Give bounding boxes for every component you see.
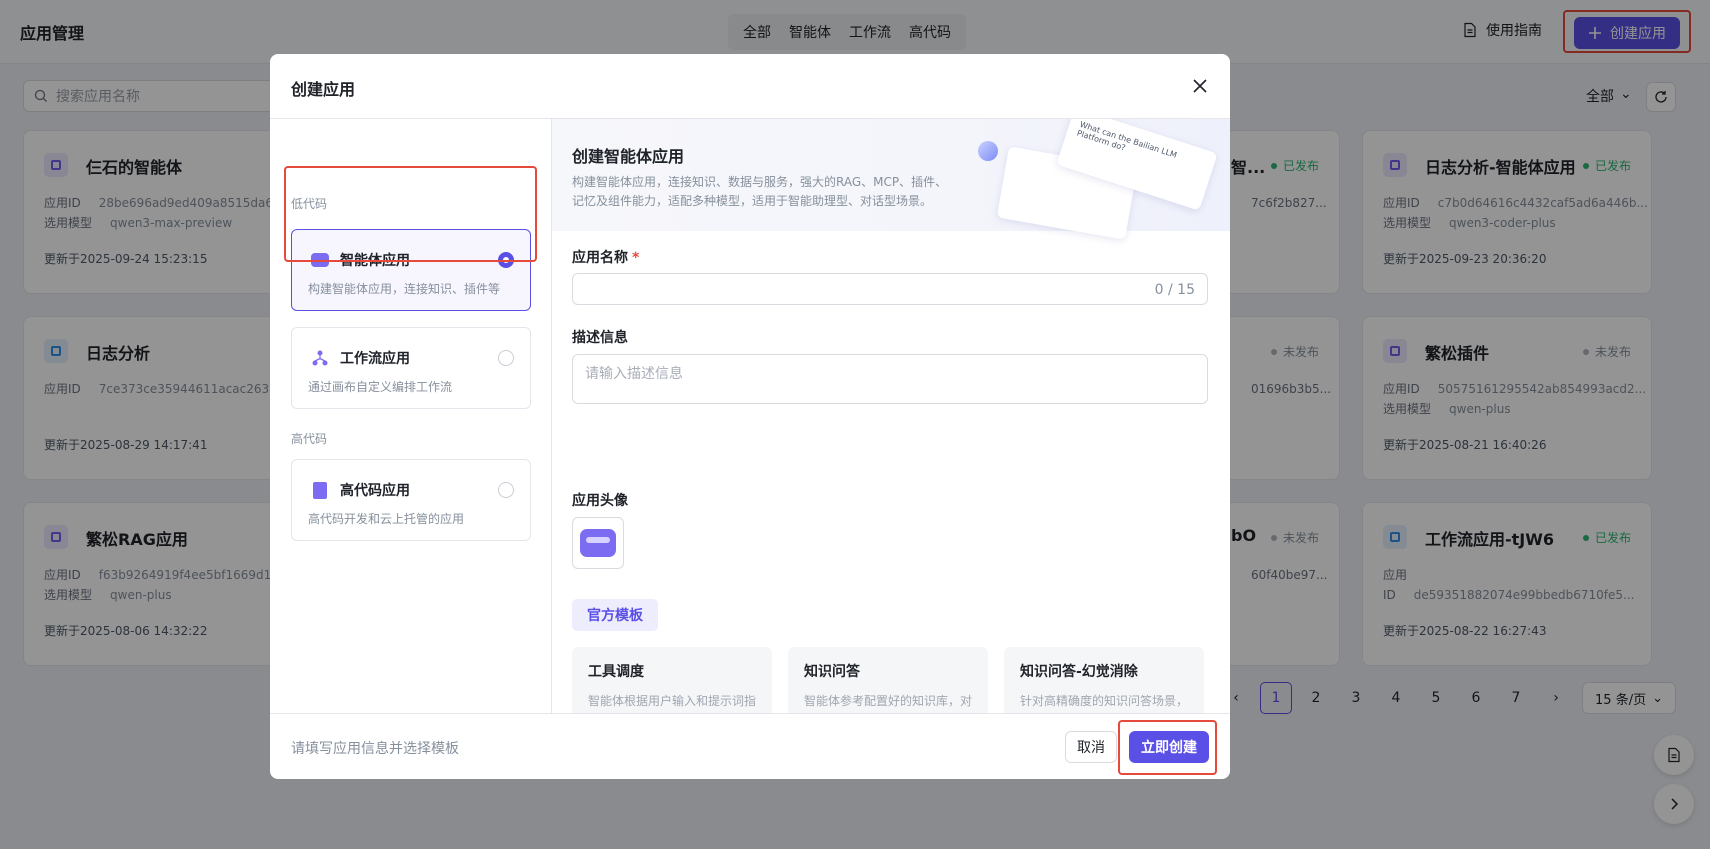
name-field-label: 应用名称 xyxy=(572,250,628,266)
banner-desc: 构建智能体应用，连接知识、数据与服务，强大的RAG、MCP、插件、记忆及组件能力… xyxy=(572,175,948,208)
template-title: 工具调度 xyxy=(588,664,644,680)
option-title: 高代码应用 xyxy=(340,483,410,499)
template-card[interactable]: 工具调度 智能体根据用户输入和提示词指令，动态调度MCP/插件/工作流/智能体组… xyxy=(572,647,772,713)
app-type-panel: 低代码 智能体应用 构建智能体应用，连接知识、插件等 工作流应用 通过画布自定义… xyxy=(270,119,552,713)
banner-title: 创建智能体应用 xyxy=(572,147,685,166)
description-placeholder: 请输入描述信息 xyxy=(585,366,683,382)
description-textarea[interactable]: 请输入描述信息 xyxy=(572,354,1208,404)
option-title: 智能体应用 xyxy=(340,253,410,269)
app-name-input[interactable]: 0 / 15 xyxy=(572,273,1208,305)
option-radio[interactable] xyxy=(498,350,514,366)
option-desc: 通过画布自定义编排工作流 xyxy=(308,380,453,394)
app-avatar-picker[interactable] xyxy=(572,517,624,569)
intro-banner: 创建智能体应用 构建智能体应用，连接知识、数据与服务，强大的RAG、MCP、插件… xyxy=(552,119,1230,240)
app-form: 创建智能体应用 构建智能体应用，连接知识、数据与服务，强大的RAG、MCP、插件… xyxy=(552,119,1230,713)
code-file-icon xyxy=(310,480,330,500)
agent-avatar-icon xyxy=(580,529,616,557)
dialog-footer: 请填写应用信息并选择模板 取消 立即创建 xyxy=(270,713,1230,779)
create-now-button[interactable]: 立即创建 xyxy=(1129,731,1209,763)
option-agent-app[interactable]: 智能体应用 构建智能体应用，连接知识、插件等 xyxy=(291,229,531,311)
workflow-icon xyxy=(310,348,330,368)
footer-hint: 请填写应用信息并选择模板 xyxy=(291,741,459,757)
option-desc: 高代码开发和云上托管的应用 xyxy=(308,512,465,526)
option-radio[interactable] xyxy=(498,482,514,498)
avatar-field-label: 应用头像 xyxy=(572,493,628,509)
template-title: 知识问答 xyxy=(804,664,860,680)
template-desc: 针对高精确度的知识问答场景，在知识问答的基础上，引入大模型对召回片段做二次过滤，… xyxy=(1020,694,1188,708)
banner-illustration: What can the Bailian LLM Platform do? xyxy=(972,119,1230,240)
create-app-dialog: 创建应用 低代码 智能体应用 构建智能体应用，连接知识、插件等 工作流应用 通过… xyxy=(270,54,1230,779)
option-title: 工作流应用 xyxy=(340,351,410,367)
close-button[interactable] xyxy=(1188,74,1212,98)
template-desc: 智能体根据用户输入和提示词指令，动态调度MCP/插件/工作流/智能体组件，操作工… xyxy=(588,694,756,708)
template-card[interactable]: 知识问答-幻觉消除 针对高精确度的知识问答场景，在知识问答的基础上，引入大模型对… xyxy=(1004,647,1204,713)
template-card[interactable]: 知识问答 智能体参考配置好的知识库，对用户提出的知识性问题进行准确回复，知识问答… xyxy=(788,647,988,713)
required-mark: * xyxy=(632,250,640,266)
close-icon xyxy=(1193,79,1207,93)
option-radio[interactable] xyxy=(498,252,514,268)
dialog-title: 创建应用 xyxy=(291,80,356,99)
cancel-button[interactable]: 取消 xyxy=(1065,731,1117,763)
option-high-code-app[interactable]: 高代码应用 高代码开发和云上托管的应用 xyxy=(291,459,531,541)
group-label-low-code: 低代码 xyxy=(291,197,328,211)
desc-field-label: 描述信息 xyxy=(572,330,628,346)
template-desc: 智能体参考配置好的知识库，对用户提出的知识性问题进行准确回复，知识问答智能体应用… xyxy=(804,694,972,708)
option-workflow-app[interactable]: 工作流应用 通过画布自定义编排工作流 xyxy=(291,327,531,409)
option-desc: 构建智能体应用，连接知识、插件等 xyxy=(308,282,501,296)
group-label-high-code: 高代码 xyxy=(291,432,328,446)
template-title: 知识问答-幻觉消除 xyxy=(1020,664,1138,680)
agent-app-icon xyxy=(310,250,330,270)
name-char-counter: 0 / 15 xyxy=(1154,282,1195,298)
official-templates-tab[interactable]: 官方模板 xyxy=(572,599,658,631)
